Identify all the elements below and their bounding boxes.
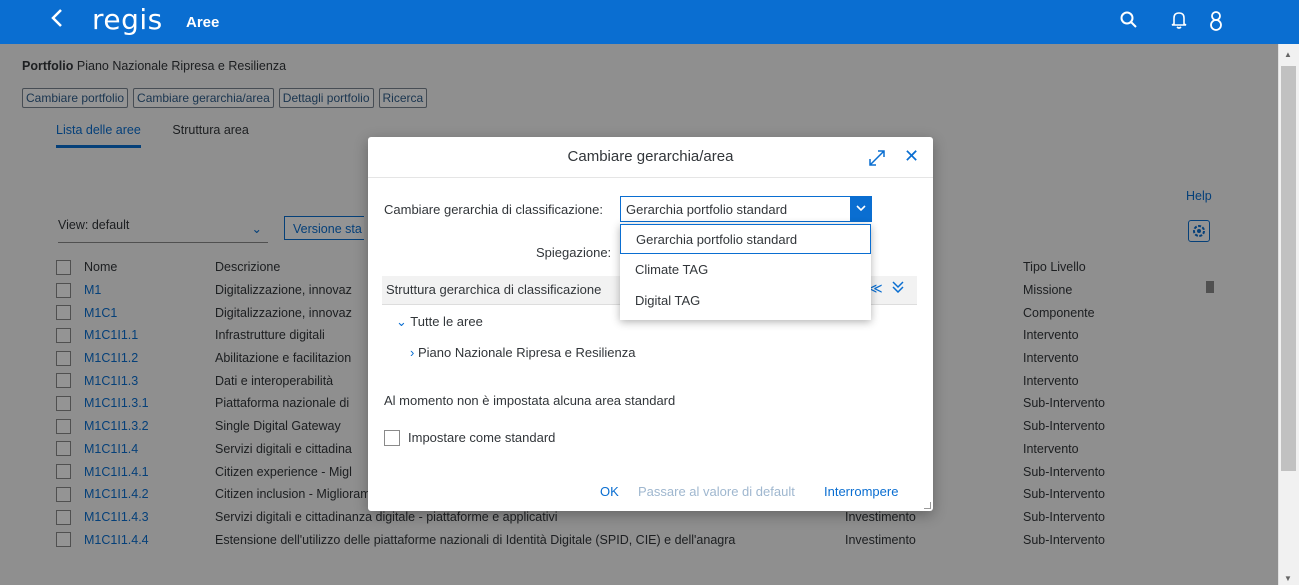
gerarchia-value: Gerarchia portfolio standard xyxy=(626,202,788,217)
default-button[interactable]: Passare al valore di default xyxy=(638,484,795,499)
gerarchia-dropdown-list: Gerarchia portfolio standard Climate TAG… xyxy=(620,224,871,320)
change-hierarchy-dialog: Cambiare gerarchia/area ✕ Cambiare gerar… xyxy=(368,137,933,511)
scroll-down-icon[interactable]: ▼ xyxy=(1284,574,1292,583)
back-button[interactable] xyxy=(50,8,64,34)
structure-label: Struttura gerarchica di classificazione xyxy=(386,282,602,297)
notifications-button[interactable] xyxy=(1169,10,1191,32)
page-title: Aree xyxy=(186,14,220,31)
standard-checkbox-label[interactable]: Impostare come standard xyxy=(408,430,555,445)
resize-handle[interactable] xyxy=(924,502,931,509)
expand-all-icon[interactable] xyxy=(892,280,904,296)
expand-icon xyxy=(869,150,885,166)
tree-node-child[interactable]: › Piano Nazionale Ripresa e Resilienza xyxy=(410,345,635,360)
search-button[interactable] xyxy=(1119,10,1141,32)
expand-button[interactable] xyxy=(868,149,886,167)
scroll-up-icon[interactable]: ▲ xyxy=(1284,50,1292,59)
user-icon xyxy=(1210,11,1222,31)
tree-node-label: Piano Nazionale Ripresa e Resilienza xyxy=(417,345,636,360)
info-text: Al momento non è impostata alcuna area s… xyxy=(384,393,676,408)
app-logo[interactable]: regis xyxy=(92,4,163,36)
ok-button[interactable]: OK xyxy=(600,484,619,499)
cancel-button[interactable]: Interrompere xyxy=(824,484,898,499)
tree-node-label: Tutte le aree xyxy=(410,314,483,329)
dialog-title: Cambiare gerarchia/area xyxy=(368,137,933,178)
dialog-footer: OK Passare al valore di default Interrom… xyxy=(368,475,933,509)
chevron-down-icon[interactable]: ⌄ xyxy=(396,314,407,329)
user-button[interactable] xyxy=(1206,10,1228,32)
gerarchia-label: Cambiare gerarchia di classificazione: xyxy=(384,202,603,217)
spiegazione-label: Spiegazione: xyxy=(536,245,612,260)
gerarchia-combobox[interactable]: Gerarchia portfolio standard xyxy=(620,196,872,222)
bell-icon xyxy=(1171,12,1187,29)
scrollbar-thumb[interactable] xyxy=(1281,66,1296,471)
close-button[interactable]: ✕ xyxy=(904,146,919,167)
chevron-right-icon[interactable]: › xyxy=(410,345,414,360)
dropdown-option[interactable]: Climate TAG xyxy=(620,255,871,285)
close-icon: ✕ xyxy=(904,146,920,166)
chevron-down-icon[interactable] xyxy=(850,196,872,222)
dropdown-option[interactable]: Digital TAG xyxy=(620,286,871,316)
search-icon xyxy=(1120,11,1137,28)
dropdown-option[interactable]: Gerarchia portfolio standard xyxy=(620,224,871,254)
shell-bar: regis Aree xyxy=(0,0,1299,44)
tree-node-root[interactable]: ⌄ Tutte le aree xyxy=(396,314,483,330)
standard-checkbox[interactable] xyxy=(384,430,400,446)
page-scrollbar[interactable]: ▲ ▼ xyxy=(1278,44,1299,585)
chevron-left-icon xyxy=(51,9,62,27)
